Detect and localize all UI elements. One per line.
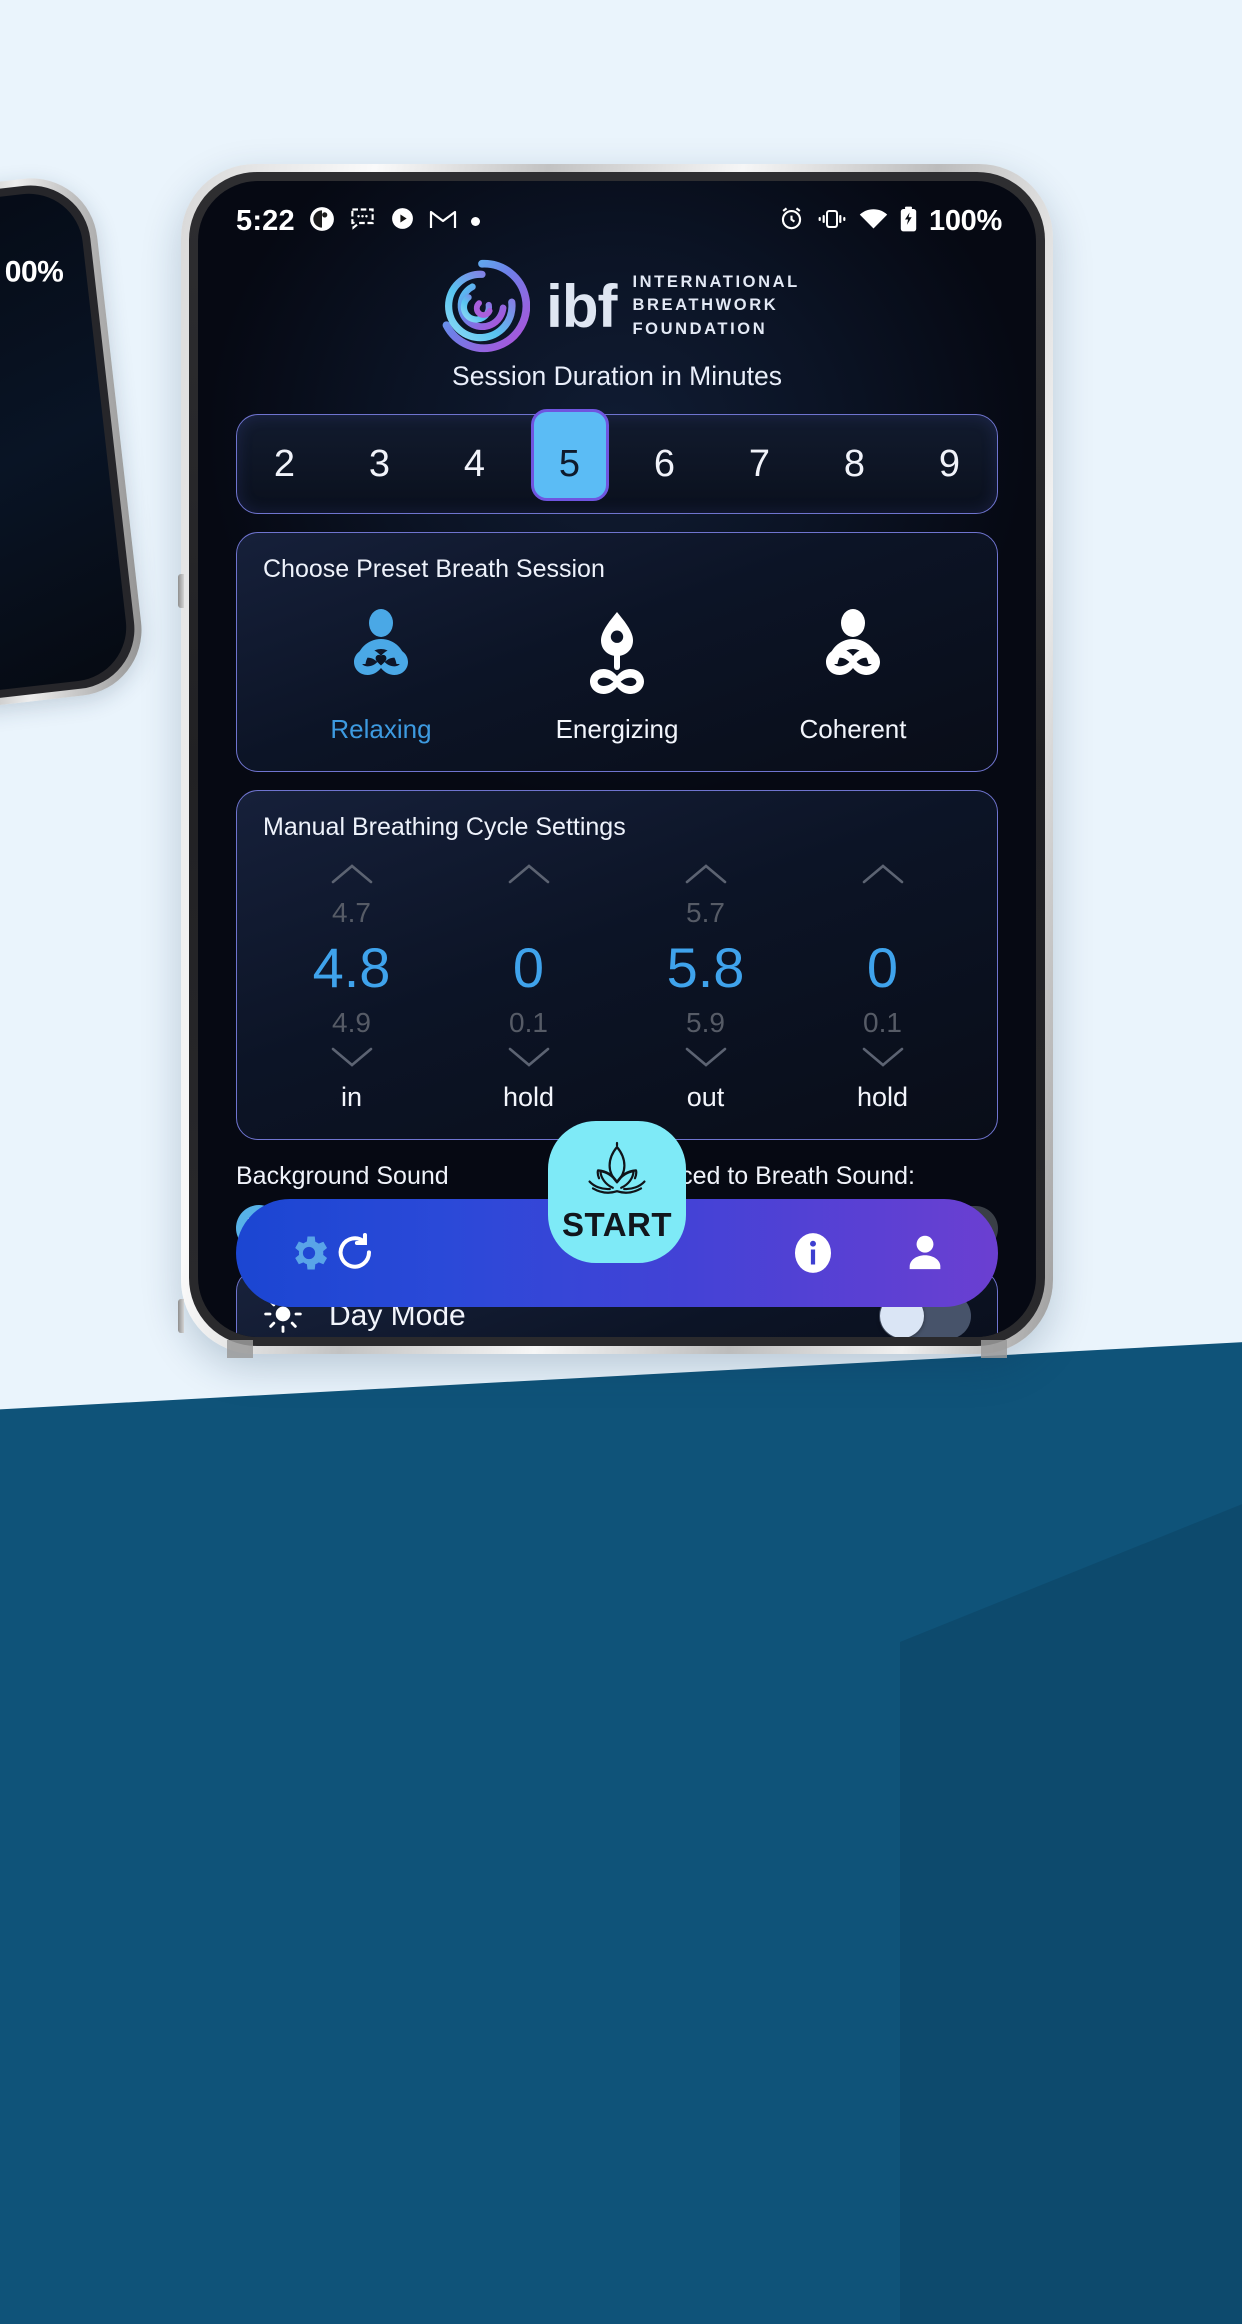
cycle-out-below: 5.9 [686,1007,725,1038]
manual-cycle-title: Manual Breathing Cycle Settings [263,813,626,841]
preset-coherent[interactable]: Coherent [753,608,953,745]
status-bar-left: 5:22 [236,205,480,238]
cycle-column-out: 5.7 5.8 5.9 out [617,860,794,1113]
cycle-column-hold2: 0 0.1 hold [794,860,971,1113]
brand-line-3: FOUNDATION [632,319,768,338]
brand-line-1: INTERNATIONAL [632,272,800,291]
status-time: 5:22 [236,204,295,237]
gmail-icon [429,208,457,235]
brand-tagline: INTERNATIONAL BREATHWORK FOUNDATION [632,271,799,341]
cycle-hold2-above [794,893,971,933]
antenna-mark-right [981,1340,1007,1358]
preset-energizing[interactable]: Energizing [517,608,717,745]
preset-energizing-label: Energizing [555,714,679,744]
antenna-mark-left [227,1340,253,1358]
manual-cycle-columns: 4.7 4.8 4.9 in 0 0.1 hold 5.7 5.8 5.9 ou… [263,860,971,1113]
cycle-out-label: out [686,1082,725,1112]
status-bar-right: 100% [778,205,1002,238]
brand-line-2: BREATHWORK [632,296,779,315]
chevron-up-icon[interactable] [617,860,794,893]
duration-option-4[interactable]: 4 [427,415,522,513]
chevron-down-icon[interactable] [794,1043,971,1076]
duration-option-5-selected[interactable]: 5 [522,415,617,513]
play-circle-icon [390,206,415,236]
overflow-dot-icon [470,216,480,226]
wifi-icon [859,208,888,235]
preset-card-title: Choose Preset Breath Session [263,555,605,583]
duration-option-9[interactable]: 9 [902,415,997,513]
duration-option-8[interactable]: 8 [807,415,902,513]
phone-mockup: 5:22 100% ibf INTERNATIONAL BREATHWORK F… [178,164,1053,1358]
chevron-down-icon[interactable] [263,1043,440,1076]
preset-list: Relaxing Energizing Coherent [263,608,971,745]
preset-session-card: Choose Preset Breath Session Relaxing En… [236,532,998,772]
lotus-icon [580,1141,654,1204]
preset-coherent-label: Coherent [799,714,907,744]
app-logo: ibf INTERNATIONAL BREATHWORK FOUNDATION [198,253,1036,359]
synced-sound-heading: Synced to Breath Sound: [637,1162,915,1190]
cycle-out-value[interactable]: 5.8 [617,933,794,1003]
phone-bezel: 5:22 100% ibf INTERNATIONAL BREATHWORK F… [189,172,1045,1346]
cycle-hold2-value[interactable]: 0 [794,933,971,1003]
cycle-in-above: 4.7 [332,897,371,928]
cycle-in-value[interactable]: 4.8 [263,933,440,1003]
battery-percent: 100% [929,204,1002,237]
ibf-spiral-icon [434,258,531,354]
status-bar: 5:22 100% [198,181,1036,245]
flame-figure-icon [571,608,663,702]
cycle-column-hold1: 0 0.1 hold [440,860,617,1113]
duration-option-6[interactable]: 6 [617,415,712,513]
volume-button[interactable] [178,574,184,608]
refresh-icon[interactable] [332,1230,378,1276]
chevron-down-icon[interactable] [617,1043,794,1076]
cycle-hold2-below: 0.1 [863,1007,902,1038]
start-button-label: START [561,1205,673,1243]
brand-wordmark: ibf [546,272,617,340]
duration-option-3[interactable]: 3 [332,415,427,513]
chevron-down-icon[interactable] [440,1043,617,1076]
duration-option-7[interactable]: 7 [712,415,807,513]
cycle-hold1-above [440,893,617,933]
cycle-in-below: 4.9 [332,1007,371,1038]
gear-icon[interactable] [286,1230,332,1276]
secondary-battery-text: 00% [5,255,64,289]
cycle-hold1-value[interactable]: 0 [440,933,617,1003]
meditating-figure-icon [807,608,899,702]
duration-option-2[interactable]: 2 [237,415,332,513]
vibrate-icon [817,208,847,235]
battery-charging-icon [900,206,917,237]
manual-cycle-card: Manual Breathing Cycle Settings 4.7 4.8 … [236,790,998,1140]
cycle-hold1-below: 0.1 [509,1007,548,1038]
preset-relaxing[interactable]: Relaxing [281,608,481,745]
duration-title: Session Duration in Minutes [452,361,782,391]
notification-avatar-icon [309,206,335,237]
person-icon[interactable] [902,1230,948,1276]
preset-relaxing-label: Relaxing [330,714,432,744]
cycle-in-label: in [340,1082,362,1112]
power-button[interactable] [178,1299,184,1333]
meditating-heart-icon [335,608,427,702]
background-sound-heading: Background Sound [236,1162,449,1190]
cycle-hold2-label: hold [856,1082,909,1112]
chevron-up-icon[interactable] [440,860,617,893]
start-button[interactable]: START [548,1121,686,1263]
chevron-up-icon[interactable] [263,860,440,893]
duration-selector[interactable]: 2 3 4 5 6 7 8 9 [236,414,998,514]
chat-bubble-icon [349,205,376,237]
chevron-up-icon[interactable] [794,860,971,893]
alarm-icon [778,205,805,237]
info-icon[interactable] [790,1230,836,1276]
cycle-hold1-label: hold [502,1082,555,1112]
cycle-out-above: 5.7 [686,897,725,928]
cycle-column-in: 4.7 4.8 4.9 in [263,860,440,1113]
phone-screen: 5:22 100% ibf INTERNATIONAL BREATHWORK F… [198,181,1036,1337]
